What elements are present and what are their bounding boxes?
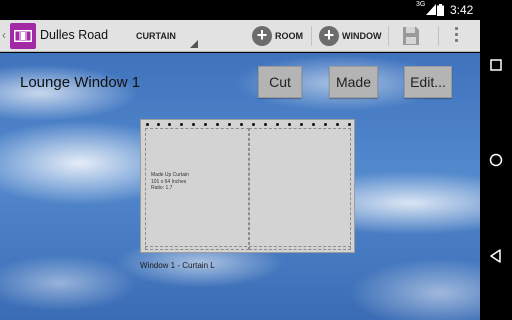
curtain-hook: [324, 123, 327, 126]
curtain-hook: [288, 123, 291, 126]
made-button[interactable]: Made: [329, 66, 378, 98]
curtain-app-icon[interactable]: [10, 23, 36, 49]
add-window-icon: +: [319, 26, 339, 46]
curtain-hook: [348, 123, 351, 126]
status-bar: 3G 3:42: [0, 0, 480, 20]
window-detail-view: Lounge Window 1 Cut Made Edit... Made Up…: [0, 53, 480, 320]
action-bar-divider: [438, 26, 439, 46]
home-icon[interactable]: [488, 152, 504, 168]
curtain-hook: [192, 123, 195, 126]
curtain-hook: [264, 123, 267, 126]
curtain-hook: [276, 123, 279, 126]
add-window-label: WINDOW: [342, 31, 382, 41]
curtain-hook: [204, 123, 207, 126]
action-bar: ‹ Dulles Road CURTAIN + ROOM + WINDOW: [0, 20, 480, 52]
curtain-hook: [157, 123, 160, 126]
back-chevron-icon[interactable]: ‹: [2, 28, 6, 42]
curtain-hook: [312, 123, 315, 126]
overflow-menu-icon[interactable]: [453, 27, 459, 47]
back-icon[interactable]: [488, 248, 504, 264]
curtain-ratio: Ratio: 1.7: [151, 185, 173, 191]
curtain-hook: [240, 123, 243, 126]
curtain-hook: [228, 123, 231, 126]
add-room-button[interactable]: + ROOM: [252, 24, 306, 48]
dropdown-arrow-icon: [190, 40, 198, 48]
item-type-selector[interactable]: CURTAIN: [128, 24, 198, 48]
add-room-label: ROOM: [275, 31, 303, 41]
curtain-info: Made Up Curtain 101 x 64 Inches Ratio: 1…: [151, 172, 189, 192]
recents-icon[interactable]: [488, 57, 504, 73]
status-clock: 3:42: [450, 3, 474, 17]
cell-signal-icon: [426, 4, 436, 15]
save-icon[interactable]: [402, 26, 420, 46]
project-title: Dulles Road: [40, 28, 109, 42]
curtain-hook: [168, 123, 171, 126]
curtain-hem-line: [145, 246, 351, 247]
edit-button[interactable]: Edit...: [404, 66, 452, 98]
window-title: Lounge Window 1: [20, 74, 141, 91]
curtain-diagram[interactable]: Made Up Curtain 101 x 64 Inches Ratio: 1…: [140, 119, 355, 253]
item-type-selected-value: CURTAIN: [136, 31, 176, 41]
battery-icon: [437, 4, 444, 16]
add-window-button[interactable]: + WINDOW: [319, 24, 385, 48]
curtain-hook: [300, 123, 303, 126]
action-bar-divider: [388, 26, 389, 46]
system-nav-bar: [480, 0, 512, 320]
curtain-hook: [252, 123, 255, 126]
curtain-caption: Window 1 - Curtain L: [140, 261, 215, 270]
cut-button[interactable]: Cut: [258, 66, 302, 98]
add-room-icon: +: [252, 26, 272, 46]
curtain-panel-right: [249, 128, 351, 250]
curtain-hook: [146, 123, 149, 126]
curtain-hook: [336, 123, 339, 126]
curtain-hook: [180, 123, 183, 126]
action-bar-divider: [311, 26, 312, 46]
network-type-label: 3G: [416, 1, 426, 8]
curtain-type: Made Up Curtain: [151, 172, 189, 178]
curtain-hook: [216, 123, 219, 126]
